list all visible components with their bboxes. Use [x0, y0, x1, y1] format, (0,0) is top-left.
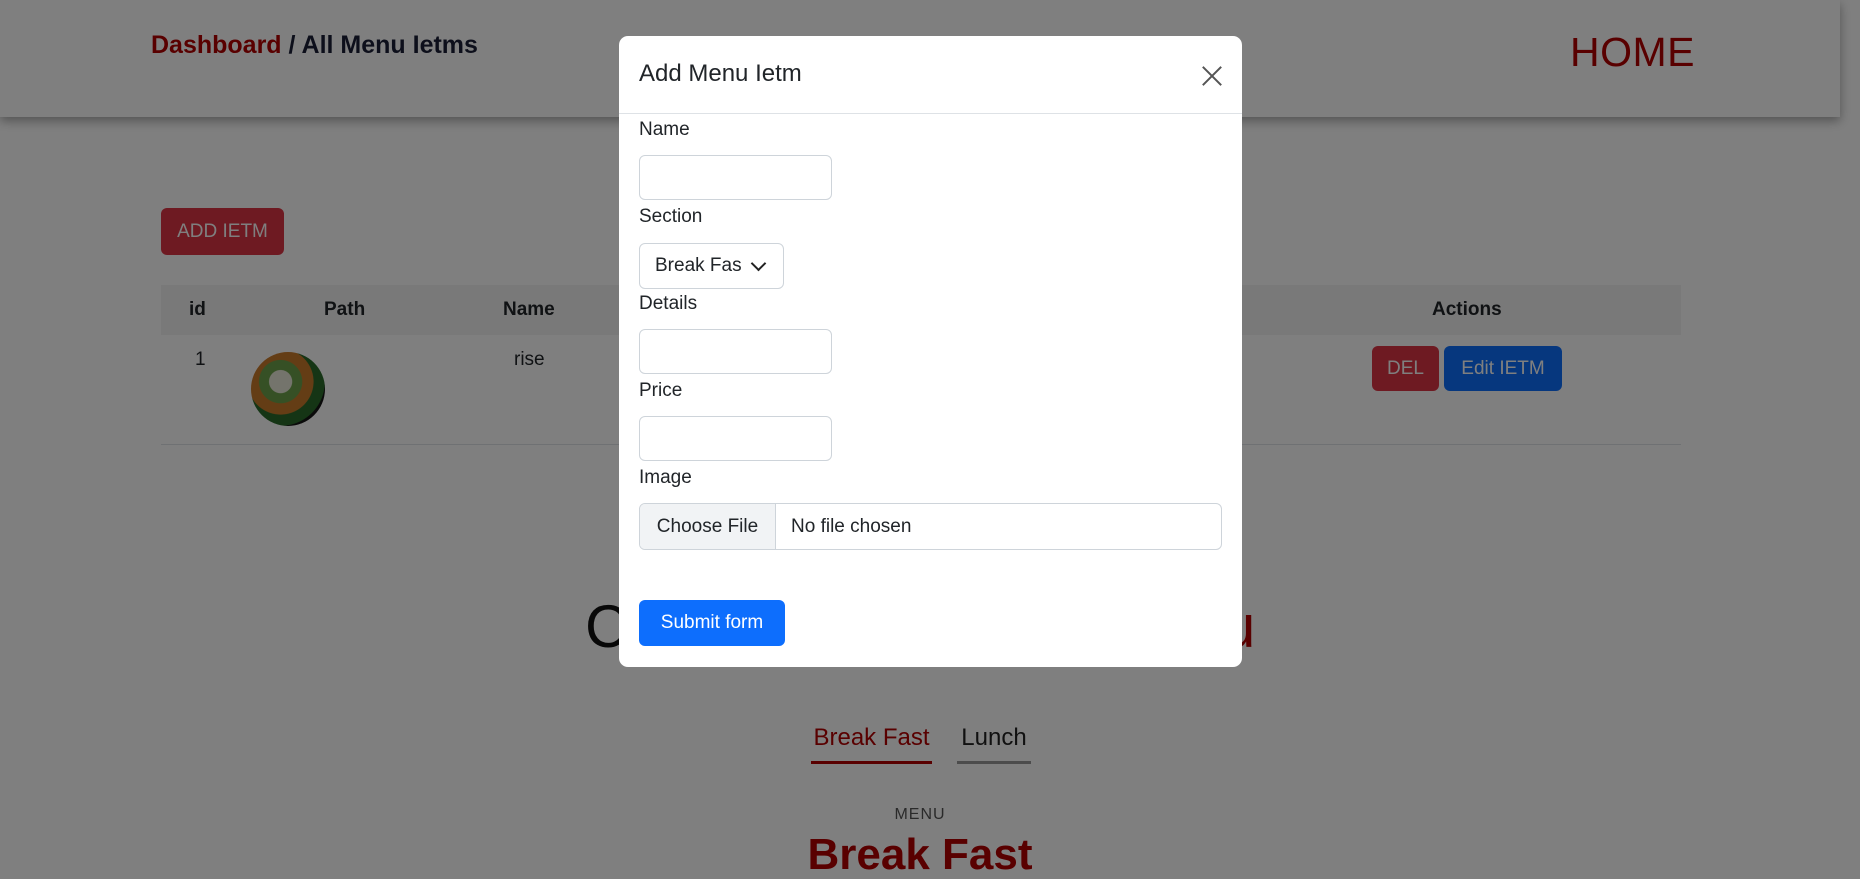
- submit-form-button[interactable]: Submit form: [639, 600, 785, 646]
- section-select-value: Break Fast: [655, 255, 741, 276]
- modal-header: Add Menu Ietm: [619, 36, 1242, 114]
- details-input[interactable]: [639, 329, 832, 374]
- section-select[interactable]: Break Fast: [639, 243, 784, 289]
- name-label: Name: [639, 119, 690, 140]
- chevron-down-icon: [750, 255, 767, 272]
- file-status: No file chosen: [791, 516, 912, 537]
- modal-title: Add Menu Ietm: [639, 60, 802, 87]
- image-label: Image: [639, 467, 692, 488]
- add-menu-item-modal: Add Menu Ietm Name Section Break Fast De…: [619, 36, 1242, 667]
- close-icon[interactable]: [1191, 56, 1231, 96]
- image-file-input[interactable]: Choose File No file chosen: [639, 503, 1222, 550]
- details-label: Details: [639, 293, 698, 314]
- price-label: Price: [639, 380, 683, 401]
- name-input[interactable]: [639, 155, 832, 200]
- price-input[interactable]: [639, 416, 832, 461]
- choose-file-button[interactable]: Choose File: [640, 504, 776, 549]
- section-label: Section: [639, 206, 703, 227]
